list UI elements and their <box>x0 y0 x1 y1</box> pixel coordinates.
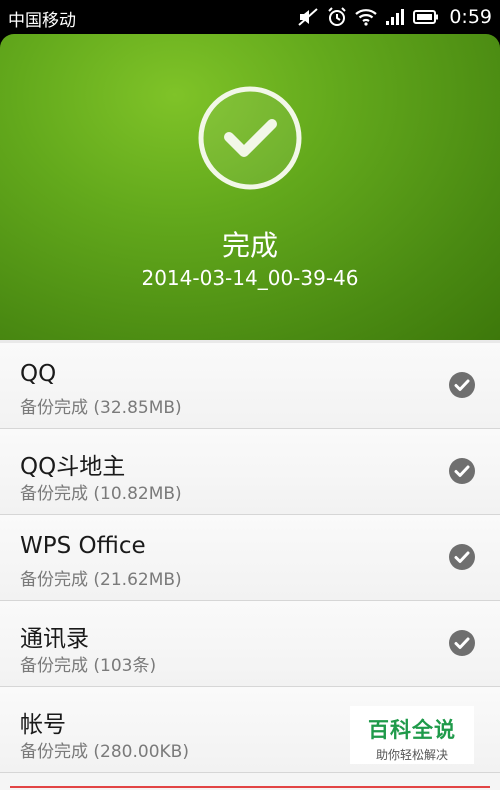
check-circle-icon <box>198 86 302 190</box>
alarm-icon <box>328 7 347 26</box>
watermark-logo: 百科全说 助你轻松解决 <box>350 706 474 764</box>
status-clock: 0:59 <box>449 6 492 28</box>
list-item[interactable]: 通讯录 备份完成 (103条) <box>0 601 500 687</box>
watermark-title: 百科全说 <box>368 718 456 742</box>
result-header: 完成 2014-03-14_00-39-46 <box>0 34 500 340</box>
item-name: QQ <box>20 361 57 387</box>
item-status: 备份完成 (21.62MB) <box>20 570 182 590</box>
item-status: 备份完成 (32.85MB) <box>20 398 182 418</box>
item-status: 备份完成 (103条) <box>20 656 157 676</box>
battery-icon <box>413 10 439 24</box>
item-name: WPS Office <box>20 533 146 559</box>
item-name: 帐号 <box>20 712 66 738</box>
item-name: 通讯录 <box>20 626 89 652</box>
list-item[interactable]: QQ 备份完成 (32.85MB) <box>0 343 500 429</box>
checkmark-icon <box>449 458 475 484</box>
wifi-icon <box>355 9 378 26</box>
watermark-subtitle: 助你轻松解决 <box>375 748 448 762</box>
list-item[interactable]: WPS Office 备份完成 (21.62MB) <box>0 515 500 601</box>
checkmark-icon <box>449 372 475 398</box>
bottom-accent-line <box>10 786 490 788</box>
carrier-name: 中国移动 <box>8 11 76 31</box>
result-title: 完成 <box>221 229 278 262</box>
checkmark-icon <box>449 544 475 570</box>
list-item[interactable]: QQ斗地主 备份完成 (10.82MB) <box>0 429 500 515</box>
mute-icon <box>298 8 318 26</box>
item-name: QQ斗地主 <box>20 454 126 480</box>
item-status: 备份完成 (10.82MB) <box>20 484 182 504</box>
checkmark-icon <box>449 630 475 656</box>
status-icons: 0:59 <box>297 4 492 30</box>
signal-icon <box>386 9 405 25</box>
status-bar: 中国移动 0:59 <box>0 0 500 34</box>
backup-timestamp: 2014-03-14_00-39-46 <box>141 266 359 290</box>
item-status: 备份完成 (280.00KB) <box>20 742 189 762</box>
